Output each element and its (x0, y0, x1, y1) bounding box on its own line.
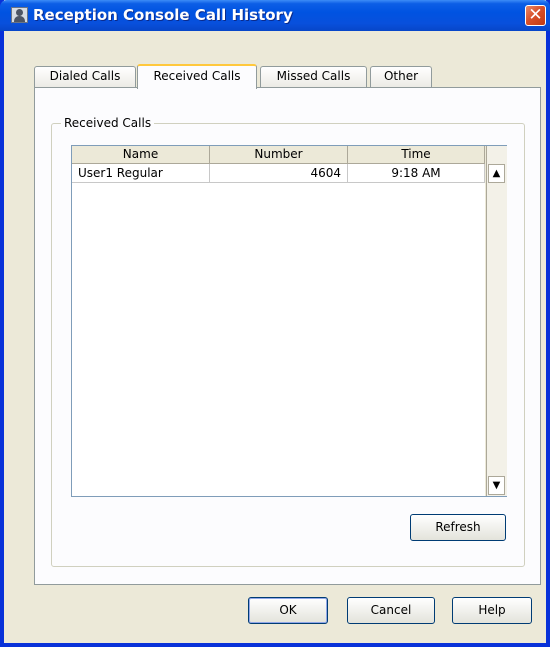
column-header-name[interactable]: Name (72, 146, 210, 164)
column-header-time[interactable]: Time (348, 146, 485, 164)
refresh-button[interactable]: Refresh (410, 514, 506, 541)
table-row[interactable]: User1 Regular 4604 9:18 AM (72, 164, 485, 183)
cell-time: 9:18 AM (348, 164, 485, 183)
call-history-dialog: Reception Console Call History ✕ Dialed … (0, 0, 550, 647)
vertical-scrollbar[interactable]: ▲ ▼ (486, 146, 507, 496)
scroll-up-button[interactable]: ▲ (488, 164, 505, 183)
tab-dialed-calls[interactable]: Dialed Calls (34, 66, 136, 87)
column-header-number[interactable]: Number (210, 146, 348, 164)
close-button[interactable]: ✕ (525, 5, 546, 26)
table-body: User1 Regular 4604 9:18 AM (72, 164, 485, 496)
tab-missed-calls[interactable]: Missed Calls (260, 66, 367, 87)
user-icon (11, 7, 28, 23)
tab-other[interactable]: Other (370, 66, 432, 87)
received-calls-panel: Received Calls Name Number Time User1 Re… (34, 87, 541, 585)
cell-name: User1 Regular (72, 164, 210, 183)
window-title: Reception Console Call History (33, 6, 293, 24)
tab-received-calls[interactable]: Received Calls (137, 64, 257, 89)
cell-number: 4604 (210, 164, 348, 183)
received-calls-group: Received Calls Name Number Time User1 Re… (51, 115, 525, 567)
group-label: Received Calls (61, 115, 155, 131)
table-header: Name Number Time (72, 146, 485, 164)
cancel-button[interactable]: Cancel (347, 597, 435, 624)
ok-button[interactable]: OK (248, 597, 328, 624)
title-bar[interactable]: Reception Console Call History ✕ (0, 0, 550, 31)
calls-table: Name Number Time User1 Regular 4604 9:18… (71, 145, 507, 497)
help-button[interactable]: Help (452, 597, 532, 624)
scroll-down-button[interactable]: ▼ (488, 476, 505, 495)
